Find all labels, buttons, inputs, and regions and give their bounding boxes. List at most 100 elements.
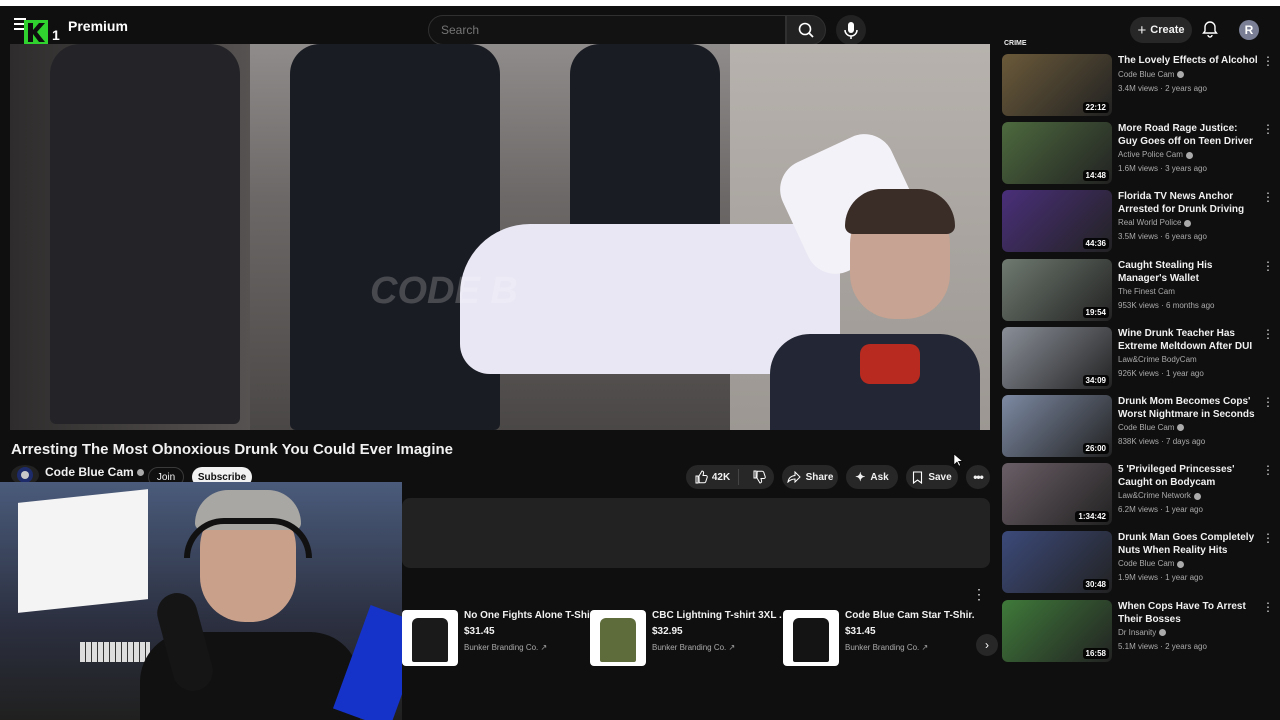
recommendation-title[interactable]: Drunk Mom Becomes Cops' Worst Nightmare … <box>1118 395 1258 421</box>
recommendation-item[interactable]: 1:34:42 5 'Privileged Princesses' Caught … <box>1002 463 1280 527</box>
video-title: Arresting The Most Obnoxious Drunk You C… <box>11 441 453 458</box>
more-actions-button[interactable]: ••• <box>966 465 990 489</box>
recommendation-title[interactable]: More Road Rage Justice: Guy Goes off on … <box>1118 122 1258 148</box>
webcam-headset <box>184 518 312 558</box>
mouse-cursor-icon <box>953 453 963 467</box>
recommendation-title[interactable]: The Lovely Effects of Alcohol <box>1118 54 1258 67</box>
recommendation-channel[interactable]: Active Police Cam <box>1118 150 1193 159</box>
recommendation-title[interactable]: Drunk Man Goes Completely Nuts When Real… <box>1118 531 1258 557</box>
recommendation-thumbnail[interactable]: 22:12 <box>1002 54 1112 116</box>
ask-button[interactable]: ✦ Ask <box>846 465 898 489</box>
youtube-premium-logo[interactable]: Premium <box>68 18 128 34</box>
search-button[interactable] <box>786 15 826 45</box>
recommendation-item[interactable]: 14:48 More Road Rage Justice: Guy Goes of… <box>1002 122 1280 186</box>
create-label: Create <box>1150 24 1185 36</box>
bell-icon <box>1202 21 1218 38</box>
recommendation-item[interactable]: 34:09 Wine Drunk Teacher Has Extreme Melt… <box>1002 326 1280 391</box>
product-seller: Bunker Branding Co. ↗ <box>845 643 928 652</box>
store-product[interactable]: CBC Lightning T-shirt 3XL ... $32.95 Bun… <box>590 610 782 666</box>
video-watermark: CODE B <box>370 270 518 312</box>
recommendation-channel[interactable]: Code Blue Cam <box>1118 70 1185 79</box>
store-more-icon[interactable]: ⋮ <box>972 586 986 603</box>
verified-icon <box>1185 151 1193 159</box>
voice-search-button[interactable] <box>836 15 866 45</box>
recommendation-channel[interactable]: Code Blue Cam <box>1118 423 1185 432</box>
recommendation-meta: 1.9M views · 1 year ago <box>1118 573 1203 583</box>
recommendation-channel[interactable]: Real World Police <box>1118 218 1192 227</box>
recommendation-title[interactable]: Florida TV News Anchor Arrested for Drun… <box>1118 190 1258 216</box>
recommendation-thumbnail[interactable]: 19:54 <box>1002 258 1112 321</box>
video-duration: 19:54 <box>1082 306 1109 318</box>
notifications-button[interactable] <box>1200 19 1220 39</box>
recommendation-item[interactable]: 26:00 Drunk Mom Becomes Cops' Worst Night… <box>1002 395 1280 459</box>
more-vertical-icon[interactable]: ⋮ <box>1262 600 1274 614</box>
recommendation-title[interactable]: 5 'Privileged Princesses' Caught on Body… <box>1118 463 1258 489</box>
save-button[interactable]: Save <box>906 465 958 489</box>
like-count: 42K <box>711 471 731 483</box>
more-vertical-icon[interactable]: ⋮ <box>1262 463 1274 477</box>
store-product[interactable]: No One Fights Alone T-Shi... $31.45 Bunk… <box>402 610 594 666</box>
product-shirt-icon <box>793 618 829 662</box>
description-box[interactable] <box>402 498 990 568</box>
recommendation-channel[interactable]: Dr Insanity <box>1118 628 1167 637</box>
more-vertical-icon[interactable]: ⋮ <box>1262 122 1274 136</box>
recommendation-thumbnail[interactable]: 1:34:42 <box>1002 463 1112 526</box>
account-avatar[interactable]: R <box>1239 20 1259 40</box>
chevron-right-icon: › <box>985 638 989 652</box>
recommendation-channel[interactable]: Law&Crime BodyCam <box>1118 355 1197 364</box>
channel-name[interactable]: Code Blue Cam <box>45 465 144 479</box>
recommendation-thumbnail[interactable]: 44:36 <box>1002 190 1112 253</box>
recommendation-title[interactable]: When Cops Have To Arrest Their Bosses <box>1118 600 1258 626</box>
more-vertical-icon[interactable]: ⋮ <box>1262 259 1274 273</box>
external-link-icon: ↗ <box>728 643 736 652</box>
video-duration: 14:48 <box>1082 170 1109 182</box>
more-vertical-icon[interactable]: ⋮ <box>1262 531 1274 545</box>
recommendation-channel-label: Law&Crime Network <box>1118 491 1191 501</box>
more-vertical-icon[interactable]: ⋮ <box>1262 54 1274 68</box>
recommendation-channel-label: Code Blue Cam <box>1118 559 1175 569</box>
recommendation-item[interactable]: 19:54 Caught Stealing His Manager's Walle… <box>1002 258 1280 323</box>
more-vertical-icon[interactable]: ⋮ <box>1262 395 1274 409</box>
video-duration: 34:09 <box>1082 374 1109 386</box>
plus-icon: + <box>1137 21 1147 39</box>
webcam-keyboard <box>80 642 150 662</box>
store-product[interactable]: Code Blue Cam Star T-Shir... $31.45 Bunk… <box>783 610 975 666</box>
recommendation-item[interactable]: 22:12 The Lovely Effects of Alcohol Code B… <box>1002 54 1280 118</box>
store-next-button[interactable]: › <box>976 634 998 656</box>
external-link-icon: ↗ <box>540 643 548 652</box>
scene-officer-2 <box>290 44 500 430</box>
product-seller: Bunker Branding Co. ↗ <box>464 643 547 652</box>
streamer-webcam-overlay <box>0 482 402 720</box>
recommendation-channel[interactable]: Law&Crime Network <box>1118 491 1201 500</box>
dislike-button[interactable] <box>744 470 774 484</box>
recommendation-thumbnail[interactable]: 14:48 <box>1002 122 1112 185</box>
product-image <box>402 610 458 666</box>
external-link-icon: ↗ <box>921 643 929 652</box>
search-input[interactable] <box>429 16 785 44</box>
recommendation-channel[interactable]: Code Blue Cam <box>1118 559 1185 569</box>
recommendation-channel[interactable]: The Finest Cam <box>1118 287 1175 296</box>
recommendation-item[interactable]: 30:48 Drunk Man Goes Completely Nuts When… <box>1002 531 1280 595</box>
recommendation-item[interactable]: 16:58 When Cops Have To Arrest Their Boss… <box>1002 599 1280 664</box>
more-vertical-icon[interactable]: ⋮ <box>1262 327 1274 341</box>
verified-icon <box>136 469 144 477</box>
recommendation-thumbnail[interactable]: 16:58 <box>1002 599 1112 662</box>
create-button[interactable]: + Create <box>1130 17 1192 43</box>
search-box[interactable] <box>428 15 786 45</box>
recommendation-item[interactable]: 44:36 Florida TV News Anchor Arrested for… <box>1002 190 1280 254</box>
product-title: No One Fights Alone T-Shi... <box>464 610 594 621</box>
product-image <box>590 610 646 666</box>
recommendation-title[interactable]: Caught Stealing His Manager's Wallet <box>1118 259 1258 285</box>
share-button[interactable]: Share <box>782 465 838 489</box>
recommendation-title[interactable]: Wine Drunk Teacher Has Extreme Meltdown … <box>1118 327 1258 353</box>
recommendation-thumbnail[interactable]: 34:09 <box>1002 326 1112 389</box>
recommendation-thumbnail[interactable]: 30:48 <box>1002 531 1112 594</box>
scene-man-collar <box>860 344 920 384</box>
like-button[interactable]: 42K <box>686 469 740 485</box>
video-player[interactable]: CODE B <box>10 44 990 430</box>
product-title: CBC Lightning T-shirt 3XL ... <box>652 610 782 621</box>
recommendation-thumbnail[interactable]: 26:00 <box>1002 395 1112 457</box>
verified-icon <box>1177 71 1185 79</box>
recommendation-meta: 1.6M views · 3 years ago <box>1118 164 1207 174</box>
more-vertical-icon[interactable]: ⋮ <box>1262 190 1274 204</box>
